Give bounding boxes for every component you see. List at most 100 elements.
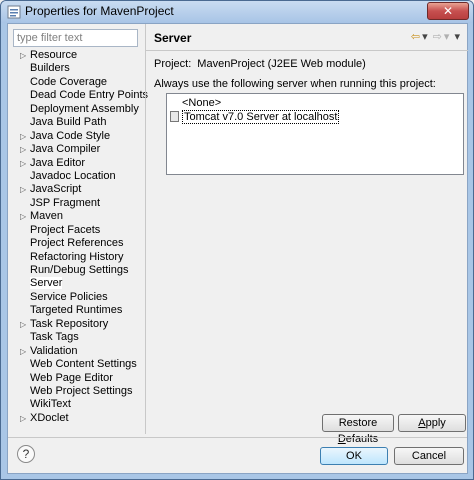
- server-option-tomcat[interactable]: Tomcat v7.0 Server at localhost: [170, 110, 340, 125]
- nav-item-java-compiler[interactable]: ▷ Java Compiler: [13, 143, 143, 156]
- nav-item-task-repository[interactable]: ▷ Task Repository: [13, 318, 143, 331]
- forward-arrow-icon[interactable]: ⇨: [433, 31, 442, 43]
- nav-item-label: Resource: [30, 49, 78, 61]
- nav-item-web-project-settings[interactable]: Web Project Settings: [13, 385, 143, 398]
- nav-item-label: Builders: [30, 62, 70, 75]
- nav-item-label: Run/Debug Settings: [30, 264, 129, 276]
- nav-item-resource[interactable]: ▷ Resource: [13, 49, 143, 62]
- nav-item-label: Dead Code Entry Points: [30, 89, 149, 102]
- nav-item-label: Task Repository: [30, 317, 109, 330]
- nav-item-label: Targeted Runtimes: [30, 304, 123, 317]
- apply-suffix: pply: [425, 417, 446, 429]
- dialog-client-area: type filter text ▷ Resource Builders Code C…: [7, 23, 468, 474]
- nav-item-label: Web Page Editor: [30, 371, 113, 384]
- nav-item-deployment-assembly[interactable]: Deployment Assembly: [13, 103, 143, 116]
- nav-item-label: Java Editor: [30, 156, 86, 169]
- expand-arrow-icon[interactable]: ▷: [20, 143, 26, 156]
- nav-item-label: Java Code Style: [30, 129, 111, 142]
- restore-defaults-button[interactable]: Restore Defaults: [322, 414, 394, 445]
- project-value: MavenProject (J2EE Web module): [197, 58, 366, 70]
- nav-item-label: XDoclet: [30, 411, 69, 424]
- nav-item-builders[interactable]: Builders: [13, 62, 143, 75]
- vertical-divider: [145, 24, 146, 434]
- nav-item-label: Project Facets: [30, 223, 101, 236]
- nav-item-label: Server: [30, 277, 63, 290]
- nav-item-label: Code Coverage: [30, 75, 108, 88]
- nav-item-xdoclet[interactable]: ▷ XDoclet: [13, 412, 143, 425]
- project-info: Project: MavenProject (J2EE Web module): [154, 58, 366, 70]
- nav-item-wikitext[interactable]: WikiText: [13, 398, 143, 411]
- expand-arrow-icon[interactable]: ▷: [20, 130, 26, 143]
- nav-item-java-editor[interactable]: ▷ Java Editor: [13, 157, 143, 170]
- close-button[interactable]: ✕: [427, 2, 469, 20]
- nav-item-label: Validation: [30, 344, 78, 357]
- nav-item-label: Java Compiler: [30, 143, 101, 156]
- nav-item-jsp-fragment[interactable]: JSP Fragment: [13, 197, 143, 210]
- title-bar[interactable]: Properties for MavenProject ✕: [1, 1, 473, 23]
- help-icon[interactable]: ?: [17, 445, 35, 463]
- view-menu-icon[interactable]: ▾: [454, 31, 460, 43]
- nav-item-label: Project References: [30, 237, 124, 250]
- page-header: Server ⇦ ▾ ⇨ ▾ ▾: [146, 24, 468, 50]
- nav-item-validation[interactable]: ▷ Validation: [13, 345, 143, 358]
- nav-item-refactoring-history[interactable]: Refactoring History: [13, 251, 143, 264]
- server-option-label: Tomcat v7.0 Server at localhost: [182, 110, 340, 124]
- nav-item-web-page-editor[interactable]: Web Page Editor: [13, 372, 143, 385]
- nav-item-web-content-settings[interactable]: Web Content Settings: [13, 358, 143, 371]
- nav-item-targeted-runtimes[interactable]: Targeted Runtimes: [13, 304, 143, 317]
- nav-item-label: Javadoc Location: [30, 169, 116, 182]
- nav-item-task-tags[interactable]: Task Tags: [13, 331, 143, 344]
- apply-mnemonic: A: [418, 417, 426, 429]
- expand-arrow-icon[interactable]: ▷: [20, 345, 26, 358]
- expand-arrow-icon[interactable]: ▷: [20, 318, 26, 331]
- nav-item-label: JSP Fragment: [30, 196, 101, 209]
- nav-item-label: Deployment Assembly: [30, 102, 139, 115]
- nav-item-project-references[interactable]: Project References: [13, 237, 143, 250]
- nav-item-server[interactable]: Server: [13, 277, 143, 290]
- apply-button[interactable]: Apply: [398, 414, 466, 432]
- preference-tree: ▷ Resource Builders Code Coverage Dead Code …: [13, 49, 148, 425]
- restore-prefix: Restore: [338, 417, 378, 429]
- properties-icon: [7, 5, 21, 19]
- nav-item-label: WikiText: [30, 398, 71, 411]
- server-option-none[interactable]: <None>: [182, 97, 221, 111]
- server-list[interactable]: <None> Tomcat v7.0 Server at localhost: [166, 93, 464, 175]
- filter-input[interactable]: type filter text: [13, 29, 138, 47]
- nav-item-label: Maven: [30, 210, 64, 223]
- cancel-button[interactable]: Cancel: [394, 447, 464, 465]
- expand-arrow-icon[interactable]: ▷: [20, 210, 26, 223]
- back-dropdown-icon[interactable]: ▾: [422, 31, 428, 43]
- expand-arrow-icon[interactable]: ▷: [20, 157, 26, 170]
- properties-dialog: Properties for MavenProject ✕ type filte…: [0, 0, 474, 480]
- nav-item-dead-code-entry-points[interactable]: Dead Code Entry Points: [13, 89, 148, 102]
- nav-item-label: Service Policies: [30, 290, 108, 303]
- page-title: Server: [154, 31, 192, 45]
- back-arrow-icon[interactable]: ⇦: [411, 31, 420, 43]
- header-separator: [146, 50, 468, 51]
- expand-arrow-icon[interactable]: ▷: [20, 412, 26, 425]
- nav-item-java-code-style[interactable]: ▷ Java Code Style: [13, 130, 143, 143]
- nav-item-code-coverage[interactable]: Code Coverage: [13, 76, 143, 89]
- nav-item-run-debug-settings[interactable]: Run/Debug Settings: [13, 264, 143, 277]
- server-instruction: Always use the following server when run…: [154, 78, 436, 90]
- server-icon: [170, 111, 179, 122]
- nav-item-label: Refactoring History: [30, 250, 124, 263]
- ok-button[interactable]: OK: [320, 447, 388, 465]
- expand-arrow-icon[interactable]: ▷: [20, 183, 26, 196]
- expand-arrow-icon[interactable]: ▷: [20, 49, 26, 62]
- page-nav-controls: ⇦ ▾ ⇨ ▾ ▾: [409, 30, 460, 43]
- nav-item-label: Java Build Path: [30, 116, 107, 129]
- window-title: Properties for MavenProject: [25, 4, 174, 18]
- nav-item-label: Web Project Settings: [30, 384, 133, 397]
- nav-item-java-build-path[interactable]: Java Build Path: [13, 116, 143, 129]
- forward-dropdown-icon[interactable]: ▾: [444, 31, 450, 43]
- server-option-label: <None>: [182, 97, 222, 109]
- bottom-separator: [8, 437, 467, 438]
- nav-item-javascript[interactable]: ▷ JavaScript: [13, 183, 143, 196]
- nav-item-maven[interactable]: ▷ Maven: [13, 210, 143, 223]
- restore-mnemonic: D: [337, 433, 346, 445]
- nav-item-project-facets[interactable]: Project Facets: [13, 224, 143, 237]
- nav-item-label: Web Content Settings: [30, 358, 137, 371]
- nav-item-service-policies[interactable]: Service Policies: [13, 291, 143, 304]
- nav-item-javadoc-location[interactable]: Javadoc Location: [13, 170, 143, 183]
